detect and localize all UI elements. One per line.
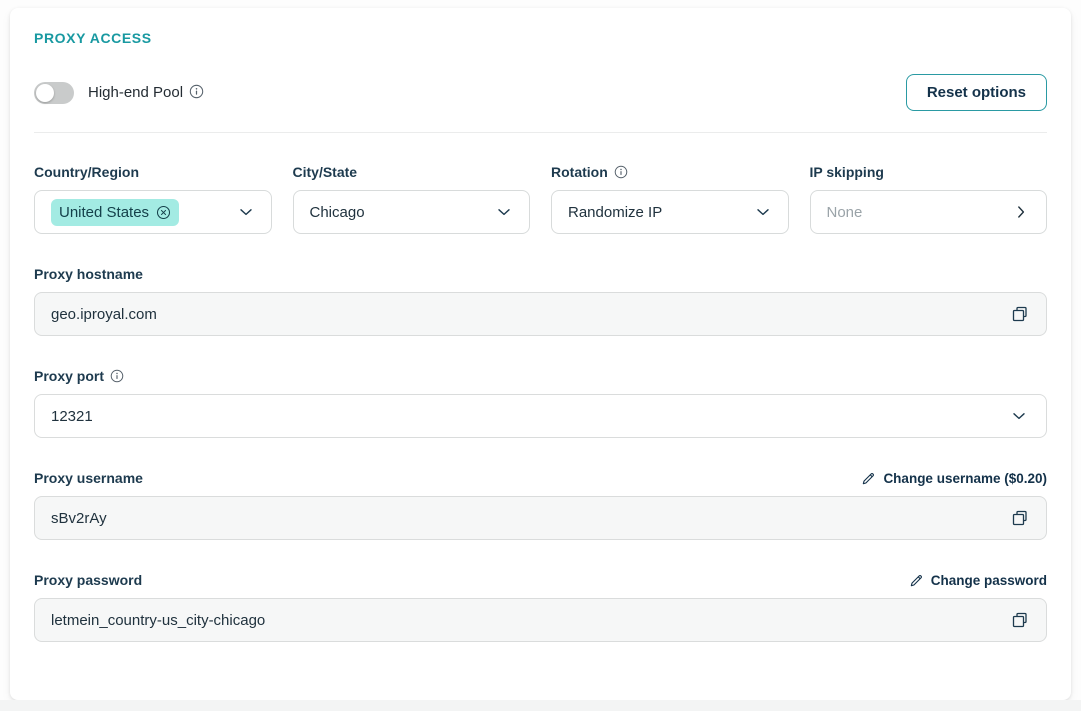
- proxy-username-field: sBv2rAy: [34, 496, 1047, 540]
- proxy-hostname-value: geo.iproyal.com: [51, 306, 157, 323]
- proxy-password-section: Proxy password Change password letmein_c…: [34, 572, 1047, 642]
- copy-icon[interactable]: [1008, 506, 1032, 530]
- selects-grid: Country/Region United States City/State …: [34, 164, 1047, 234]
- rotation-label: Rotation: [551, 164, 789, 180]
- pencil-icon: [861, 471, 876, 486]
- high-end-pool-toggle[interactable]: [34, 82, 74, 104]
- proxy-port-label: Proxy port: [34, 368, 124, 384]
- copy-icon[interactable]: [1008, 608, 1032, 632]
- high-end-pool-control: High-end Pool: [34, 82, 204, 104]
- ip-skipping-label: IP skipping: [810, 164, 1048, 180]
- proxy-access-page: PROXY ACCESS High-end Pool Reset options…: [0, 0, 1081, 711]
- info-icon[interactable]: [614, 165, 628, 179]
- proxy-port-value: 12321: [51, 408, 93, 425]
- city-state-group: City/State Chicago: [293, 164, 531, 234]
- country-region-label: Country/Region: [34, 164, 272, 180]
- country-chip: United States: [51, 199, 179, 226]
- pencil-icon: [909, 573, 924, 588]
- proxy-access-card: PROXY ACCESS High-end Pool Reset options…: [10, 8, 1071, 700]
- reset-options-button[interactable]: Reset options: [906, 74, 1047, 111]
- info-icon[interactable]: [189, 84, 204, 99]
- info-icon[interactable]: [110, 369, 124, 383]
- section-title: PROXY ACCESS: [34, 30, 1047, 46]
- proxy-port-select[interactable]: 12321: [34, 394, 1047, 438]
- ip-skipping-select[interactable]: None: [810, 190, 1048, 234]
- chevron-down-icon: [237, 203, 255, 221]
- chevron-down-icon: [495, 203, 513, 221]
- country-region-group: Country/Region United States: [34, 164, 272, 234]
- ip-skipping-value: None: [827, 204, 863, 221]
- rotation-value: Randomize IP: [568, 204, 662, 221]
- city-state-label: City/State: [293, 164, 531, 180]
- remove-country-icon[interactable]: [156, 205, 171, 220]
- divider: [34, 132, 1047, 133]
- city-state-select[interactable]: Chicago: [293, 190, 531, 234]
- high-end-pool-label: High-end Pool: [88, 84, 204, 101]
- change-username-button[interactable]: Change username ($0.20): [861, 471, 1047, 486]
- proxy-password-field: letmein_country-us_city-chicago: [34, 598, 1047, 642]
- country-region-select[interactable]: United States: [34, 190, 272, 234]
- rotation-select[interactable]: Randomize IP: [551, 190, 789, 234]
- country-chip-label: United States: [59, 204, 149, 221]
- toggle-row: High-end Pool Reset options: [34, 74, 1047, 111]
- proxy-hostname-label: Proxy hostname: [34, 266, 143, 282]
- proxy-username-label: Proxy username: [34, 470, 143, 486]
- toggle-knob: [36, 84, 54, 102]
- chevron-down-icon: [754, 203, 772, 221]
- proxy-password-label: Proxy password: [34, 572, 142, 588]
- rotation-group: Rotation Randomize IP: [551, 164, 789, 234]
- proxy-username-section: Proxy username Change username ($0.20) s…: [34, 470, 1047, 540]
- change-password-button[interactable]: Change password: [909, 573, 1047, 588]
- chevron-down-icon: [1010, 407, 1032, 425]
- ip-skipping-group: IP skipping None: [810, 164, 1048, 234]
- proxy-hostname-section: Proxy hostname geo.iproyal.com: [34, 266, 1047, 336]
- proxy-password-value: letmein_country-us_city-chicago: [51, 612, 265, 629]
- proxy-username-value: sBv2rAy: [51, 510, 107, 527]
- proxy-hostname-field: geo.iproyal.com: [34, 292, 1047, 336]
- page-bottom-strip: [0, 700, 1081, 711]
- city-state-value: Chicago: [310, 204, 365, 221]
- copy-icon[interactable]: [1008, 302, 1032, 326]
- proxy-port-section: Proxy port 12321: [34, 368, 1047, 438]
- chevron-right-icon: [1012, 203, 1030, 221]
